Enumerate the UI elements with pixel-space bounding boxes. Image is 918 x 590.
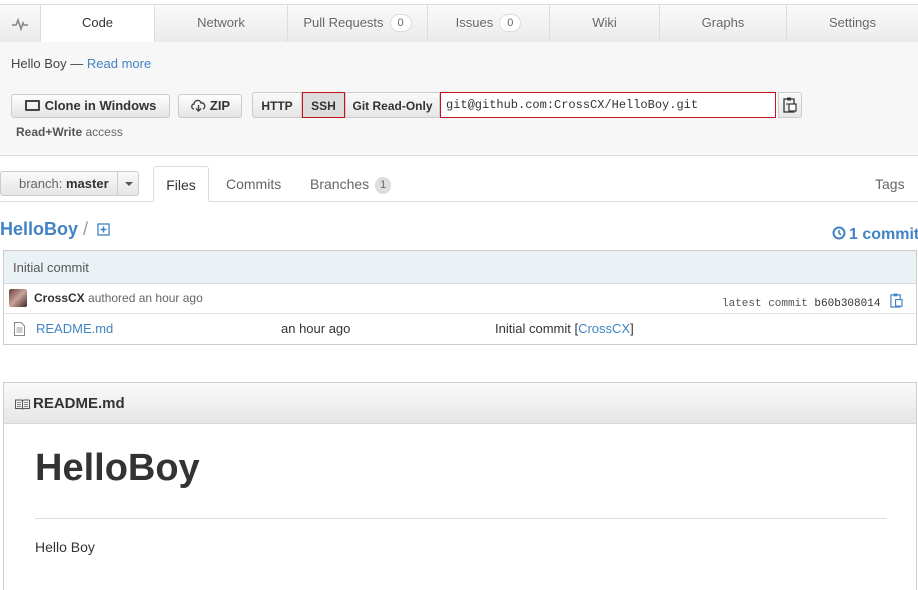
tab-code-label: Code [81, 15, 114, 30]
breadcrumb-repo-link[interactable]: HelloBoy [0, 219, 78, 239]
file-commit-text: Initial commit [ [495, 321, 579, 336]
tab-network-label: Network [197, 15, 245, 30]
git-read-only-protocol-button[interactable]: Git Read-Only [345, 92, 440, 118]
repo-description: Hello Boy — Read more [11, 56, 151, 71]
commit-author-line: CrossCX authored an hour ago [34, 291, 203, 305]
branch-name: master [65, 176, 109, 191]
tab-wiki-label: Wiki [592, 15, 617, 30]
latest-commit: latest commit b60b308014 [722, 293, 903, 310]
tab-branches-label: Branches [310, 176, 370, 192]
history-icon [832, 226, 846, 240]
tab-tags[interactable]: Tags [875, 170, 905, 202]
tab-graphs[interactable]: Graphs [660, 5, 787, 43]
cloud-download-icon [190, 99, 206, 112]
tab-code[interactable]: Code [41, 5, 155, 44]
commit-sha[interactable]: b60b308014 [814, 298, 880, 310]
ssh-label: SSH [311, 99, 336, 113]
last-commit-message[interactable]: Initial commit [4, 251, 916, 284]
branches-count: 1 [375, 177, 392, 194]
tab-files-label: Files [166, 177, 196, 193]
tab-graphs-label: Graphs [701, 15, 745, 30]
latest-commit-label: latest commit [722, 298, 815, 310]
commits-count-link[interactable]: 1 commit [832, 226, 918, 244]
pulse-icon[interactable] [0, 5, 41, 43]
issues-count: 0 [499, 14, 522, 32]
clipboard-icon [783, 97, 797, 113]
branch-selector[interactable]: branch: master [0, 171, 139, 196]
readme-body: Hello Boy [35, 539, 95, 555]
table-row: README.md an hour ago Initial commit [Cr… [4, 313, 916, 344]
tab-pull-requests-label: Pull Requests [303, 15, 384, 30]
tab-commits[interactable]: Commits [226, 170, 281, 202]
access-text: access [82, 125, 123, 139]
file-commit-close: ] [630, 321, 634, 336]
file-commit-message: Initial commit [CrossCX] [495, 313, 634, 345]
tab-pull-requests[interactable]: Pull Requests 0 [288, 5, 428, 43]
tab-branches[interactable]: Branches 1 [310, 170, 392, 202]
tab-settings-label: Settings [829, 15, 876, 30]
readme-filename: README.md [33, 395, 125, 412]
tab-network[interactable]: Network [155, 5, 288, 43]
description-text: Hello Boy [11, 56, 67, 71]
file-commit-author-link[interactable]: CrossCX [578, 321, 630, 336]
copy-url-button[interactable] [778, 92, 802, 118]
branch-label: branch: master [19, 172, 109, 195]
tab-commits-label: Commits [226, 176, 282, 192]
pull-requests-count: 0 [389, 14, 412, 32]
breadcrumb-slash: / [83, 219, 89, 239]
clone-url-box: HTTP SSH Git Read-Only git@github.com:Cr… [252, 92, 802, 118]
tab-tags-label: Tags [875, 176, 905, 192]
zip-download-button[interactable]: ZIP [178, 94, 242, 118]
tab-settings[interactable]: Settings [787, 5, 918, 43]
file-name-link[interactable]: README.md [36, 313, 113, 345]
git-read-only-label: Git Read-Only [352, 99, 433, 113]
access-strong: Read+Write [16, 125, 83, 139]
clone-in-windows-button[interactable]: Clone in Windows [11, 94, 170, 118]
read-more-link[interactable]: Read more [87, 56, 151, 71]
commit-meta: CrossCX authored an hour ago latest comm… [4, 284, 916, 314]
readme-panel: README.md HelloBoy Hello Boy [3, 382, 917, 590]
commits-count-text: 1 commit [849, 226, 918, 243]
tab-issues-label: Issues [455, 15, 494, 30]
zip-label: ZIP [209, 98, 231, 113]
commit-author[interactable]: CrossCX [34, 291, 85, 305]
clone-url-field[interactable]: git@github.com:CrossCX/HelloBoy.git [440, 92, 776, 118]
http-protocol-button[interactable]: HTTP [252, 92, 302, 118]
file-age: an hour ago [281, 321, 351, 336]
avatar[interactable] [9, 289, 27, 307]
description-separator: — [66, 56, 87, 71]
tab-wiki[interactable]: Wiki [550, 5, 660, 43]
clone-in-windows-label: Clone in Windows [44, 98, 157, 113]
readme-divider [35, 518, 887, 519]
new-file-icon[interactable] [97, 223, 110, 236]
readme-heading: HelloBoy [35, 447, 200, 489]
chevron-down-icon [117, 172, 140, 195]
access-level: Read+Write access [16, 125, 123, 139]
book-icon [15, 399, 30, 410]
ssh-protocol-button[interactable]: SSH [302, 92, 345, 118]
subnav-divider [0, 201, 918, 202]
tab-files[interactable]: Files [153, 166, 209, 202]
file-icon [14, 322, 25, 336]
file-browser: Initial commit CrossCX authored an hour … [3, 250, 917, 345]
commit-authored-time: authored an hour ago [84, 291, 203, 305]
branch-prefix: branch: [19, 176, 66, 191]
http-label: HTTP [261, 99, 293, 113]
monitor-icon [24, 100, 40, 111]
readme-header: README.md [4, 383, 916, 424]
breadcrumb: HelloBoy / [0, 219, 110, 240]
clipboard-icon[interactable] [890, 293, 903, 308]
tab-issues[interactable]: Issues 0 [428, 5, 550, 43]
repo-tabs: Code Network Pull Requests 0 Issues 0 Wiki… [0, 4, 918, 44]
